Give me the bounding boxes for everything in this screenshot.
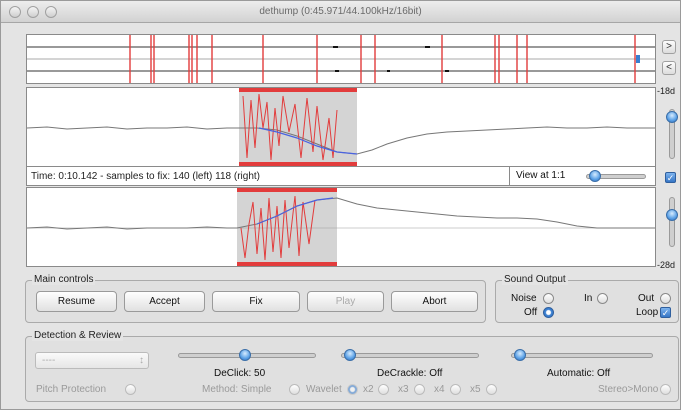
in-radio[interactable] xyxy=(597,293,608,304)
off-label: Off xyxy=(524,307,538,318)
main-controls-title: Main controls xyxy=(32,274,96,285)
app-window: dethump (0:45.971/44.100kHz/16bit) > < -… xyxy=(0,0,681,410)
declick-knob[interactable] xyxy=(239,349,251,361)
loop-label: Loop xyxy=(636,307,659,318)
selection-bottom-bar xyxy=(237,262,337,266)
wavelet-label: Wavelet xyxy=(306,384,342,395)
right-channel-waveform[interactable] xyxy=(26,187,656,267)
abort-button[interactable]: Abort xyxy=(391,291,478,312)
gain-top-slider[interactable] xyxy=(666,109,678,159)
method-simple-radio[interactable] xyxy=(289,384,300,395)
window-title: dethump (0:45.971/44.100kHz/16bit) xyxy=(259,6,422,17)
x2-label: x2 xyxy=(363,384,374,395)
x5-label: x5 xyxy=(470,384,481,395)
link-channels-checkbox[interactable]: ✓ xyxy=(665,172,676,183)
decrackle-label: DeCrackle: Off xyxy=(377,368,443,379)
gain-top-knob[interactable] xyxy=(666,111,678,123)
automatic-label: Automatic: Off xyxy=(547,368,611,379)
right-waveform-graph xyxy=(26,188,655,266)
x4-label: x4 xyxy=(434,384,445,395)
fix-button[interactable]: Fix xyxy=(212,291,300,312)
view-scale-label: View at 1:1 xyxy=(516,170,566,181)
db-bottom-label: -28d xyxy=(657,260,676,270)
next-marker-button[interactable]: > xyxy=(662,40,676,54)
right-waveform-line xyxy=(26,197,655,230)
decrackle-knob[interactable] xyxy=(344,349,356,361)
x3-label: x3 xyxy=(398,384,409,395)
decrackle-slider[interactable] xyxy=(341,349,479,361)
out-radio[interactable] xyxy=(660,293,671,304)
declick-slider[interactable] xyxy=(178,349,316,361)
title-bar: dethump (0:45.971/44.100kHz/16bit) xyxy=(1,1,680,23)
noise-label: Noise xyxy=(511,293,537,304)
selection-top-bar xyxy=(239,88,357,92)
info-bar: Time: 0:10.142 - samples to fix: 140 (le… xyxy=(26,166,656,186)
automatic-knob[interactable] xyxy=(514,349,526,361)
stereo-mono-radio[interactable] xyxy=(660,384,671,395)
pitch-protection-label: Pitch Protection xyxy=(36,384,107,395)
prev-marker-button[interactable]: < xyxy=(662,61,676,75)
declick-label: DeClick: 50 xyxy=(214,368,266,379)
off-radio[interactable] xyxy=(543,307,554,318)
x5-radio[interactable] xyxy=(486,384,497,395)
resume-button[interactable]: Resume xyxy=(36,291,117,312)
view-scale-box: View at 1:1 xyxy=(509,167,656,185)
accept-button[interactable]: Accept xyxy=(124,291,205,312)
db-top-label: -18d xyxy=(657,86,676,96)
view-scale-knob[interactable] xyxy=(589,170,601,182)
loop-checkbox[interactable]: ✓ xyxy=(660,307,671,318)
left-channel-waveform[interactable] xyxy=(26,87,656,167)
play-button[interactable]: Play xyxy=(307,291,384,312)
overview-markers xyxy=(27,35,655,83)
select-arrows-icon: ↕ xyxy=(139,355,144,366)
gain-bottom-knob[interactable] xyxy=(666,209,678,221)
pitch-protection-radio[interactable] xyxy=(125,384,136,395)
wavelet-radio[interactable] xyxy=(347,384,358,395)
stereo-mono-label: Stereo>Mono xyxy=(598,384,659,395)
method-label: Method: Simple xyxy=(202,384,272,395)
sound-output-title: Sound Output xyxy=(502,274,568,285)
time-readout: Time: 0:10.142 - samples to fix: 140 (le… xyxy=(31,171,260,182)
x4-radio[interactable] xyxy=(450,384,461,395)
noise-radio[interactable] xyxy=(543,293,554,304)
profile-select-value: ---- xyxy=(42,355,56,366)
in-label: In xyxy=(584,293,593,304)
selection-top-bar xyxy=(237,188,337,192)
detection-review-title: Detection & Review xyxy=(32,330,124,341)
x3-radio[interactable] xyxy=(414,384,425,395)
left-waveform-graph xyxy=(26,88,655,166)
x2-radio[interactable] xyxy=(378,384,389,395)
profile-select[interactable]: ---- ↕ xyxy=(35,352,149,369)
out-label: Out xyxy=(638,293,655,304)
view-scale-slider[interactable] xyxy=(586,170,646,182)
gain-bottom-slider[interactable] xyxy=(666,197,678,247)
automatic-slider[interactable] xyxy=(511,349,653,361)
overview-panel[interactable] xyxy=(26,34,656,84)
